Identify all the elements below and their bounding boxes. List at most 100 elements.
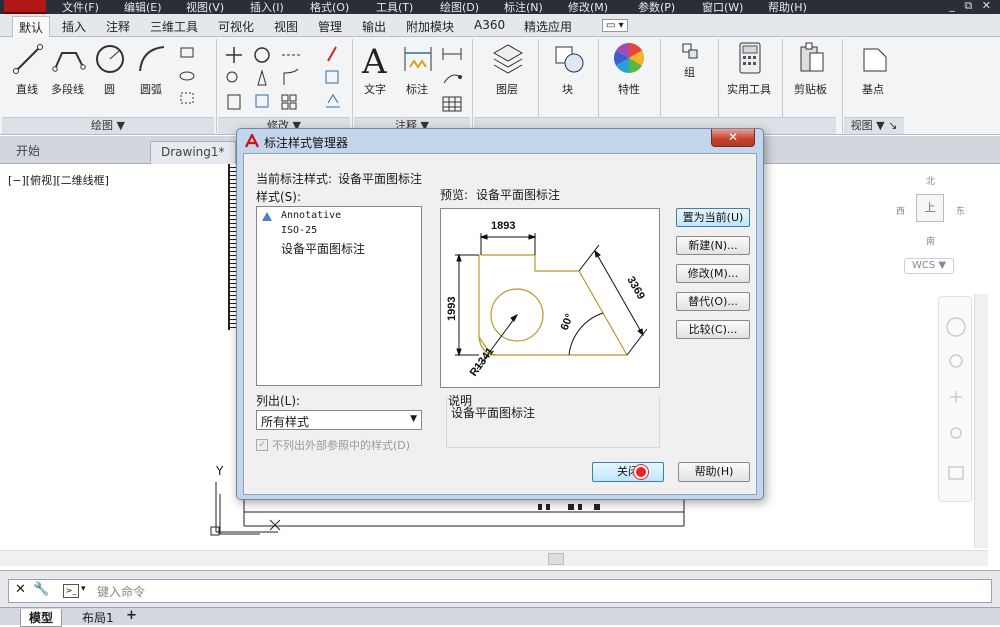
window-controls[interactable]: _ ⧉ ✕ <box>949 0 994 13</box>
polyline-tool-label[interactable]: 多段线 <box>51 81 84 97</box>
polyline-icon[interactable] <box>52 43 86 75</box>
tab-annotate[interactable]: 注释 <box>106 18 130 35</box>
menu-format[interactable]: 格式(O) <box>310 0 349 14</box>
text-tool-label[interactable]: 文字 <box>364 81 386 97</box>
text-icon[interactable]: A <box>360 43 392 77</box>
ucs-y-label: Y <box>216 464 224 478</box>
draw-small-tools-icon[interactable] <box>178 45 208 115</box>
utilities-tool-label[interactable]: 实用工具 <box>727 81 771 97</box>
tab-a360[interactable]: A360 <box>474 18 505 32</box>
tab-start[interactable]: 开始 <box>6 141 96 164</box>
menu-draw[interactable]: 绘图(D) <box>440 0 479 14</box>
arc-tool-label[interactable]: 圆弧 <box>140 81 162 97</box>
menu-tools[interactable]: 工具(T) <box>376 0 413 14</box>
tab-model[interactable]: 模型 <box>20 609 63 627</box>
application-menu-button[interactable] <box>4 0 46 14</box>
tab-3d-tools[interactable]: 三维工具 <box>150 18 198 35</box>
style-item-equipment-plan[interactable]: 设备平面图标注 <box>281 240 365 257</box>
tab-default[interactable]: 默认 <box>12 16 51 37</box>
properties-tool-label[interactable]: 特性 <box>618 81 640 97</box>
compare-style-button[interactable]: 比较(C)... <box>676 320 750 339</box>
chevron-down-icon[interactable]: ▾ <box>81 584 86 594</box>
horizontal-scrollbar[interactable] <box>0 550 988 566</box>
basepoint-tool-label[interactable]: 基点 <box>862 81 884 97</box>
tab-insert[interactable]: 插入 <box>62 18 86 35</box>
line-tool-label[interactable]: 直线 <box>16 81 38 97</box>
wcs-dropdown[interactable]: WCS ▼ <box>904 258 954 274</box>
arc-icon[interactable] <box>136 43 168 75</box>
draw-panel-footer[interactable]: 绘图 ▼ <box>2 117 214 134</box>
command-prompt-icon[interactable]: >_ <box>63 584 79 598</box>
dimension-icon[interactable] <box>402 43 434 75</box>
viewport-controls-label[interactable]: [−][俯视][二维线框] <box>8 172 109 188</box>
horizontal-scroll-thumb[interactable] <box>548 553 564 565</box>
chevron-down-icon[interactable]: ▼ <box>410 414 417 424</box>
dialog-body: 当前标注样式: 设备平面图标注 样式(S): Annotative ISO-25… <box>243 153 757 495</box>
close-icon[interactable]: ✕ <box>15 582 26 597</box>
tab-addins[interactable]: 附加模块 <box>406 18 454 35</box>
utilities-icon[interactable] <box>736 41 764 75</box>
basepoint-icon[interactable] <box>860 45 890 75</box>
dimension-tool-label[interactable]: 标注 <box>406 81 428 97</box>
tab-view[interactable]: 视图 <box>274 18 298 35</box>
new-style-button[interactable]: 新建(N)... <box>676 236 750 255</box>
wrench-icon[interactable]: 🔧 <box>33 582 49 597</box>
vertical-scrollbar[interactable] <box>974 294 988 548</box>
circle-icon[interactable] <box>94 43 126 75</box>
navigation-tools-icon[interactable] <box>939 297 973 503</box>
menu-file[interactable]: 文件(F) <box>62 0 99 14</box>
menu-window[interactable]: 窗口(W) <box>702 0 743 14</box>
command-line[interactable]: ✕ 🔧 >_ ▾ 键入命令 <box>8 579 992 603</box>
properties-icon[interactable] <box>612 41 646 75</box>
block-tool-label[interactable]: 块 <box>562 81 573 97</box>
menu-insert[interactable]: 插入(I) <box>250 0 284 14</box>
command-input[interactable]: 键入命令 <box>97 583 145 600</box>
menu-help[interactable]: 帮助(H) <box>768 0 807 14</box>
clipboard-icon[interactable] <box>798 41 826 75</box>
viewcube-north[interactable]: 北 <box>926 174 935 187</box>
viewcube-east[interactable]: 东 <box>956 204 965 217</box>
group-tool-label[interactable]: 组 <box>684 64 695 80</box>
close-dialog-button[interactable]: 关闭 <box>592 462 664 482</box>
clipboard-tool-label[interactable]: 剪贴板 <box>794 81 827 97</box>
layers-icon[interactable] <box>490 41 526 75</box>
menu-parametric[interactable]: 参数(P) <box>638 0 675 14</box>
tab-overflow-button[interactable]: ▭ ▾ <box>602 19 628 32</box>
line-icon[interactable] <box>12 43 44 75</box>
menu-view[interactable]: 视图(V) <box>186 0 224 14</box>
override-style-button[interactable]: 替代(O)... <box>676 292 750 311</box>
view-panel-footer[interactable]: 视图 ▼ ↘ <box>844 117 904 134</box>
xref-checkbox[interactable]: ✓ <box>256 439 268 451</box>
viewcube-south[interactable]: 南 <box>926 234 935 247</box>
modify-tools-icon[interactable] <box>224 43 344 113</box>
menu-dimension[interactable]: 标注(N) <box>504 0 543 14</box>
block-icon[interactable] <box>552 41 586 75</box>
viewcube-top-face[interactable]: 上 <box>916 194 944 222</box>
list-filter-select[interactable]: 所有样式 ▼ <box>256 410 422 430</box>
tab-manage[interactable]: 管理 <box>318 18 342 35</box>
tab-layout1[interactable]: 布局1 <box>74 609 122 626</box>
dialog-close-button[interactable]: ✕ <box>711 129 755 147</box>
style-item-iso25[interactable]: ISO-25 <box>281 225 317 236</box>
viewcube-west[interactable]: 西 <box>896 204 905 217</box>
modify-style-button[interactable]: 修改(M)... <box>676 264 750 283</box>
style-item-annotative[interactable]: Annotative <box>281 210 341 221</box>
styles-list[interactable]: Annotative ISO-25 设备平面图标注 <box>256 206 422 386</box>
tab-output[interactable]: 输出 <box>362 18 386 35</box>
navigation-bar[interactable] <box>938 296 972 502</box>
layout-tab-bar: 模型 布局1 + <box>0 607 1000 627</box>
help-button[interactable]: 帮助(H) <box>678 462 750 482</box>
dimension-style-manager-dialog: 标注样式管理器 ✕ 当前标注样式: 设备平面图标注 样式(S): Annotat… <box>236 128 764 500</box>
menu-edit[interactable]: 编辑(E) <box>124 0 162 14</box>
add-layout-button[interactable]: + <box>126 608 137 623</box>
tab-visualize[interactable]: 可视化 <box>218 18 254 35</box>
layers-tool-label[interactable]: 图层 <box>496 81 518 97</box>
set-current-button[interactable]: 置为当前(U) <box>676 208 750 227</box>
circle-tool-label[interactable]: 圆 <box>104 81 115 97</box>
tab-featured-apps[interactable]: 精选应用 <box>524 18 572 35</box>
menu-modify[interactable]: 修改(M) <box>568 0 608 14</box>
group-icon[interactable] <box>680 41 702 63</box>
tab-drawing1[interactable]: Drawing1* <box>150 141 236 164</box>
current-style-label: 当前标注样式: <box>256 172 333 186</box>
annotation-small-tools-icon[interactable] <box>440 45 464 115</box>
